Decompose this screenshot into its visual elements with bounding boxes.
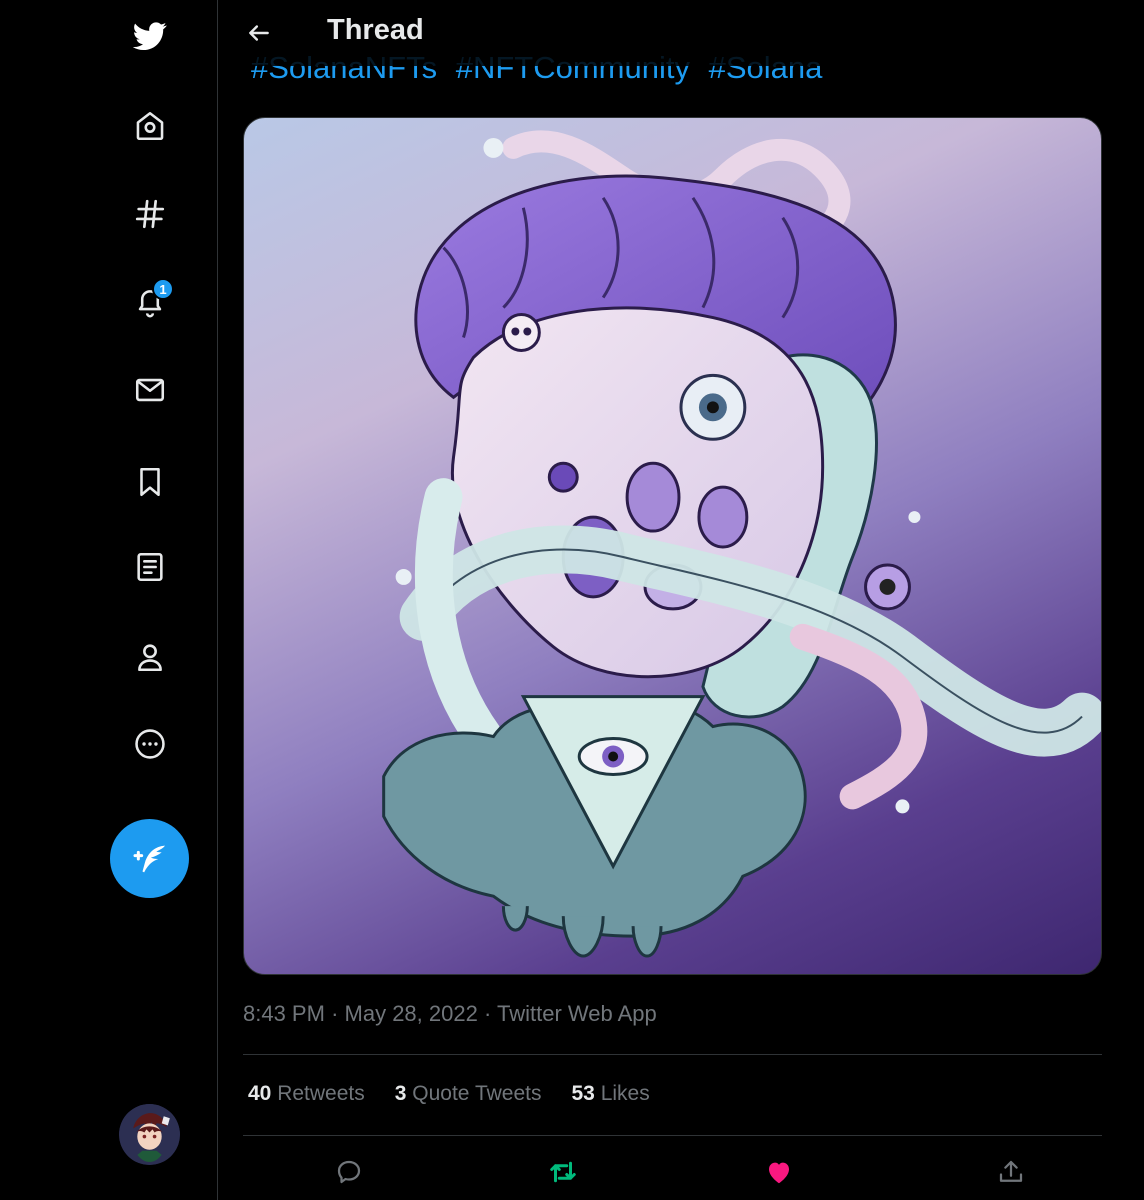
retweets-label: Retweets: [277, 1082, 365, 1105]
heart-icon: [769, 1162, 789, 1184]
app-root: 1 Thread #SolanaNFTs #NFTCommunity #Sola…: [0, 0, 1144, 1200]
compose-tweet-button[interactable]: [110, 819, 189, 898]
share-button[interactable]: [989, 1150, 1033, 1194]
avatar-image: [119, 1104, 180, 1165]
account-avatar[interactable]: [119, 1104, 180, 1165]
home-icon[interactable]: [122, 98, 178, 154]
bookmark-icon[interactable]: [122, 454, 178, 510]
lists-icon[interactable]: [122, 539, 178, 595]
page-title: Thread: [327, 14, 424, 46]
main-column: Thread #SolanaNFTs #NFTCommunity #Solana: [219, 0, 1144, 1200]
separator-dot: ·: [331, 1001, 339, 1026]
likes-stat[interactable]: 53 Likes: [571, 1082, 649, 1106]
reply-bubble-icon: [337, 1160, 361, 1184]
separator-dot: ·: [483, 1001, 492, 1026]
quote-tweets-label: Quote Tweets: [412, 1082, 542, 1105]
divider: [243, 1054, 1102, 1055]
tweet-media-image[interactable]: [243, 117, 1102, 975]
notification-badge: 1: [152, 278, 174, 300]
thread-header: Thread: [219, 0, 1144, 66]
tweet-time-link[interactable]: 8:43 PM: [243, 1001, 325, 1026]
profile-icon[interactable]: [122, 629, 178, 685]
retweets-stat[interactable]: 40 Retweets: [248, 1082, 365, 1106]
share-upload-icon: [999, 1160, 1023, 1182]
notifications-bell-icon[interactable]: 1: [122, 274, 178, 330]
tweet-stats: 40 Retweets 3 Quote Tweets 53 Likes: [248, 1082, 650, 1106]
twitter-logo-icon[interactable]: [122, 8, 178, 64]
back-button[interactable]: [239, 13, 279, 53]
tweet-date-link[interactable]: May 28, 2022: [345, 1001, 478, 1026]
explore-hash-icon[interactable]: [122, 186, 178, 242]
retweet-button[interactable]: [541, 1150, 585, 1194]
quote-tweets-stat[interactable]: 3 Quote Tweets: [395, 1082, 542, 1106]
tweet-actions: [243, 1150, 1102, 1194]
retweet-icon: [550, 1161, 576, 1183]
nft-artwork: [382, 130, 1101, 958]
compose-feather-icon: [133, 845, 165, 872]
like-button[interactable]: [757, 1150, 801, 1194]
quote-tweets-count: 3: [394, 1082, 407, 1105]
likes-count: 53: [571, 1082, 595, 1105]
tweet-source-link[interactable]: Twitter Web App: [497, 1001, 657, 1026]
messages-mail-icon[interactable]: [122, 362, 178, 418]
reply-button[interactable]: [327, 1150, 371, 1194]
more-options-icon[interactable]: [122, 716, 178, 772]
sidebar: 1: [0, 0, 218, 1200]
likes-label: Likes: [600, 1082, 650, 1105]
divider: [243, 1135, 1102, 1136]
back-arrow-icon: [249, 25, 269, 41]
tweet-timestamp: 8:43 PM · May 28, 2022 · Twitter Web App: [243, 1001, 657, 1027]
retweets-count: 40: [248, 1082, 272, 1105]
